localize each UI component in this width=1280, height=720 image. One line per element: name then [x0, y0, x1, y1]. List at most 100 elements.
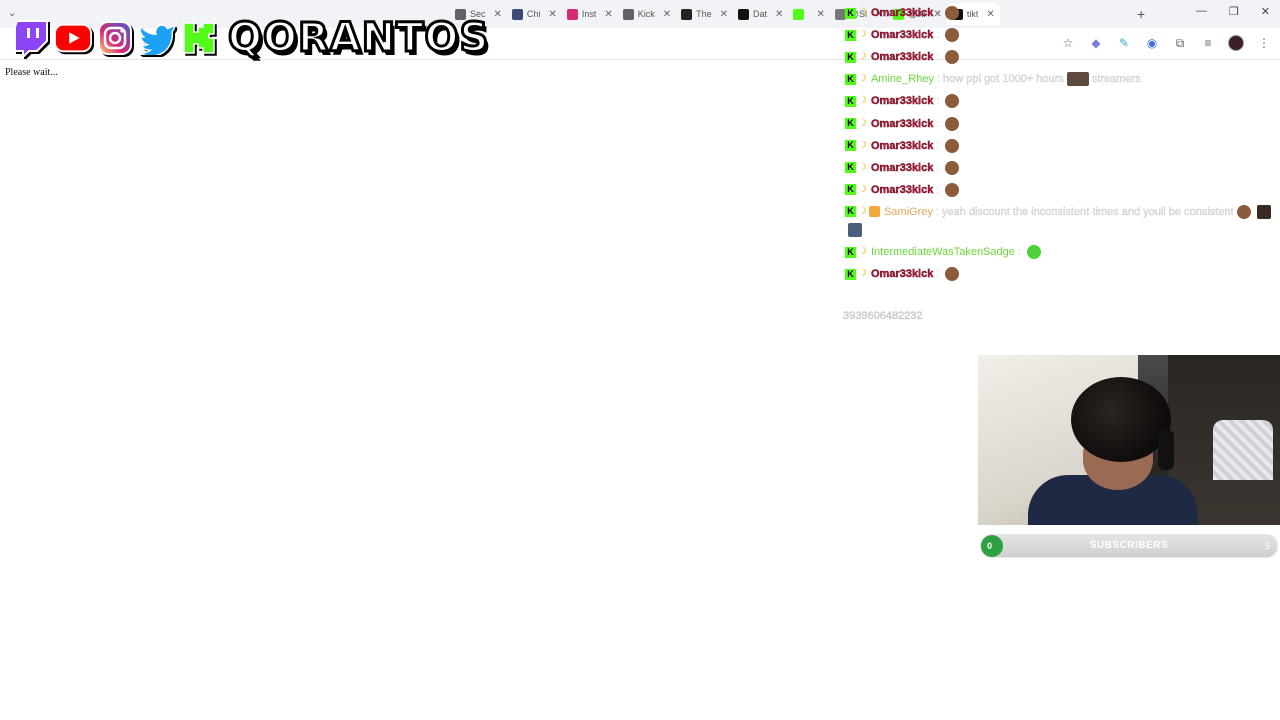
banana-badge-icon: ☽ — [858, 139, 867, 151]
banana-badge-icon: ☽ — [858, 117, 867, 129]
kick-badge-icon: K — [845, 29, 856, 41]
chat-emote-icon — [945, 267, 960, 282]
chat-username: Omar33kick — [870, 161, 934, 174]
chat-emote-icon — [945, 94, 960, 109]
browser-tab[interactable]: ✕ — [788, 3, 829, 25]
kick-badge-icon: K — [845, 184, 856, 196]
kick-badge-icon: K — [845, 268, 856, 280]
chat-separator: : — [936, 51, 940, 64]
chat-separator: : — [936, 29, 940, 42]
tab-favicon-icon — [511, 8, 523, 20]
chat-message: K ☽ Omar33kick: — [845, 159, 1275, 177]
chat-username: IntermediateWasTakenSadge — [870, 246, 1015, 259]
instagram-icon — [96, 19, 134, 57]
chat-emote-icon — [945, 116, 960, 131]
chat-username: Omar33kick — [870, 51, 934, 64]
kick-badge-icon: K — [845, 118, 856, 130]
chat-emote-icon — [945, 6, 960, 21]
tab-favicon-icon — [793, 8, 805, 20]
banana-badge-icon: ☽ — [858, 161, 867, 173]
chat-emote-icon — [945, 138, 960, 153]
tab-close-icon[interactable]: ✕ — [494, 9, 502, 20]
socials-banner: QORANTOS — [12, 10, 490, 66]
browser-tab[interactable]: Kick ✕ — [618, 3, 676, 25]
kick-badge-icon: K — [845, 95, 856, 107]
chat-emote-icon — [945, 28, 960, 43]
webcam-person-hair — [1071, 377, 1171, 462]
chat-emote-icon — [1066, 72, 1089, 87]
webcam-headphones — [1158, 430, 1174, 470]
chat-message: K ☽ Omar33kick: — [845, 265, 1275, 283]
banana-badge-icon: ☽ — [858, 7, 867, 19]
banana-badge-icon: ☽ — [858, 51, 867, 63]
chat-emote-icon — [945, 160, 960, 175]
page-status-text: Please wait... — [5, 67, 58, 78]
tab-close-icon[interactable]: ✕ — [604, 9, 612, 20]
chat-message: K ☽ Amine_Rhey: how ppl got 1000+ hours stre… — [845, 70, 1275, 88]
tab-favicon-icon — [681, 8, 693, 20]
kick-icon — [180, 19, 218, 57]
webcam-chair — [1213, 420, 1273, 480]
chat-message: K ☽ Omar33kick: — [845, 26, 1275, 44]
chat-username: SamiGrey — [883, 205, 933, 218]
tab-title: Kick — [637, 9, 655, 19]
tab-title: The — [696, 9, 712, 19]
tab-close-icon[interactable]: ✕ — [548, 9, 556, 20]
tab-title: Inst — [581, 9, 597, 19]
chat-emote-icon — [1236, 204, 1251, 219]
twitch-icon — [12, 19, 50, 57]
chat-overlay: K ☽ Omar33kick: K ☽ Omar33kick: K ☽ Omar33kick: K… — [845, 4, 1275, 287]
chat-separator: : — [936, 7, 940, 20]
browser-tab[interactable]: Chi ✕ — [507, 3, 562, 25]
banana-badge-icon: ☽ — [858, 246, 867, 258]
browser-tab[interactable]: Inst ✕ — [562, 3, 618, 25]
kick-badge-icon: K — [845, 7, 856, 19]
chat-username: Omar33kick — [870, 139, 934, 152]
banana-badge-icon: ☽ — [858, 73, 867, 85]
chat-username: Omar33kick — [870, 29, 934, 42]
chat-separator: : — [936, 268, 940, 281]
tab-close-icon[interactable]: ✕ — [663, 9, 671, 20]
chat-username: Amine_Rhey — [870, 73, 934, 86]
kick-badge-icon: K — [845, 140, 856, 152]
banana-badge-icon: ☽ — [858, 205, 867, 217]
chat-emote-icon — [1256, 204, 1271, 219]
chat-separator: : — [935, 205, 939, 218]
tab-favicon-icon — [622, 8, 634, 20]
chat-message-text: streamers — [1091, 73, 1141, 86]
kick-badge-icon: K — [845, 73, 856, 85]
tab-favicon-icon — [738, 8, 750, 20]
tab-close-icon[interactable]: ✕ — [816, 9, 824, 20]
chat-message: K ☽ SamiGrey: yeah discount the inconsisten… — [845, 203, 1275, 239]
chat-separator: : — [936, 73, 941, 86]
tab-title: Dat — [753, 9, 768, 19]
tab-title: Chi — [526, 9, 541, 19]
chat-emote-icon — [848, 223, 862, 238]
youtube-icon — [54, 19, 92, 57]
chat-message-text: yeah discount the inconsistent times and… — [941, 205, 1234, 218]
chat-separator: : — [936, 139, 940, 152]
chat-message: K ☽ Omar33kick: — [845, 48, 1275, 66]
chat-message: K ☽ IntermediateWasTakenSadge: — [845, 243, 1275, 261]
chat-username: Omar33kick — [870, 117, 934, 130]
chat-id-text: 3939606482232 — [843, 310, 923, 322]
banana-badge-icon: ☽ — [858, 183, 867, 195]
tab-favicon-icon — [566, 8, 578, 20]
chat-username: Omar33kick — [870, 268, 934, 281]
chat-emote-icon — [1026, 245, 1041, 260]
twitter-icon — [138, 19, 176, 57]
chat-separator: : — [936, 95, 940, 108]
chat-username: Omar33kick — [870, 95, 934, 108]
kick-badge-icon: K — [845, 206, 856, 218]
chat-message: K ☽ Omar33kick: — [845, 4, 1275, 22]
banana-badge-icon: ☽ — [858, 29, 867, 41]
tab-close-icon[interactable]: ✕ — [775, 9, 783, 20]
browser-tab[interactable]: Dat ✕ — [733, 3, 788, 25]
banana-badge-icon: ☽ — [858, 95, 867, 107]
tab-close-icon[interactable]: ✕ — [720, 9, 728, 20]
gift-badge-icon — [868, 206, 880, 218]
chat-message: K ☽ Omar33kick: — [845, 114, 1275, 132]
webcam-feed — [978, 355, 1280, 525]
browser-tab[interactable]: The ✕ — [676, 3, 733, 25]
subscriber-goal-label: SUBSCRIBERS — [1089, 540, 1169, 551]
